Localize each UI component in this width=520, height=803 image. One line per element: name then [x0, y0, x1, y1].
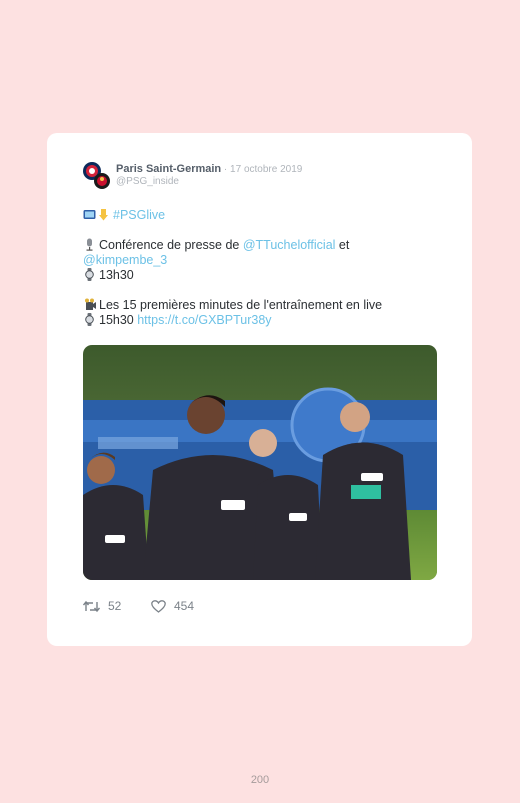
author-handle[interactable]: @PSG_inside — [116, 176, 179, 187]
tweet-link[interactable]: https://t.co/GXBPTur38y — [137, 313, 271, 327]
movie-camera-icon — [85, 298, 96, 310]
watch-icon — [85, 313, 94, 326]
hashtag-link[interactable]: #PSGlive — [113, 208, 165, 222]
time-line-2: 15h30 https://t.co/GXBPTur38y — [83, 313, 443, 328]
retweet-count: 52 — [108, 599, 122, 613]
pointing-down-icon — [99, 209, 108, 221]
time-1: 13h30 — [99, 268, 134, 282]
conference-text: Conférence de presse de — [99, 238, 243, 252]
heart-icon — [151, 600, 166, 613]
mention-line: @kimpembe_3 — [83, 253, 443, 268]
retweet-icon — [82, 600, 101, 613]
conference-suffix: et — [335, 238, 350, 252]
page-number: 200 — [250, 774, 270, 786]
time-2: 15h30 — [99, 313, 138, 327]
time-line-1: 13h30 — [83, 268, 443, 283]
author-line: Paris Saint-Germain · 17 octobre 2019 — [116, 163, 302, 175]
like-count: 454 — [174, 599, 195, 613]
like-action[interactable]: 454 — [151, 599, 194, 613]
tweet-text: #PSGlive Conférence de presse de @TTuche… — [83, 208, 443, 328]
separator: · — [221, 164, 231, 175]
author-name[interactable]: Paris Saint-Germain — [116, 163, 221, 175]
hashtag-line: #PSGlive — [83, 208, 443, 223]
microphone-icon — [86, 238, 93, 251]
tweet-date[interactable]: 17 octobre 2019 — [230, 164, 302, 175]
mention-tuchel[interactable]: @TTuchelofficial — [243, 238, 336, 252]
avatar[interactable] — [82, 161, 111, 190]
conference-line: Conférence de presse de @TTuchelofficial… — [83, 238, 443, 253]
mention-kimpembe[interactable]: @kimpembe_3 — [83, 253, 167, 267]
training-text: Les 15 premières minutes de l'entraîneme… — [99, 298, 383, 312]
tweet-photo[interactable] — [83, 345, 437, 580]
tv-icon — [83, 210, 96, 219]
training-photo — [83, 345, 437, 580]
tweet-card: Paris Saint-Germain · 17 octobre 2019 @P… — [47, 133, 472, 646]
retweet-action[interactable]: 52 — [82, 599, 122, 613]
training-line: Les 15 premières minutes de l'entraîneme… — [83, 298, 443, 313]
watch-icon — [85, 268, 94, 281]
